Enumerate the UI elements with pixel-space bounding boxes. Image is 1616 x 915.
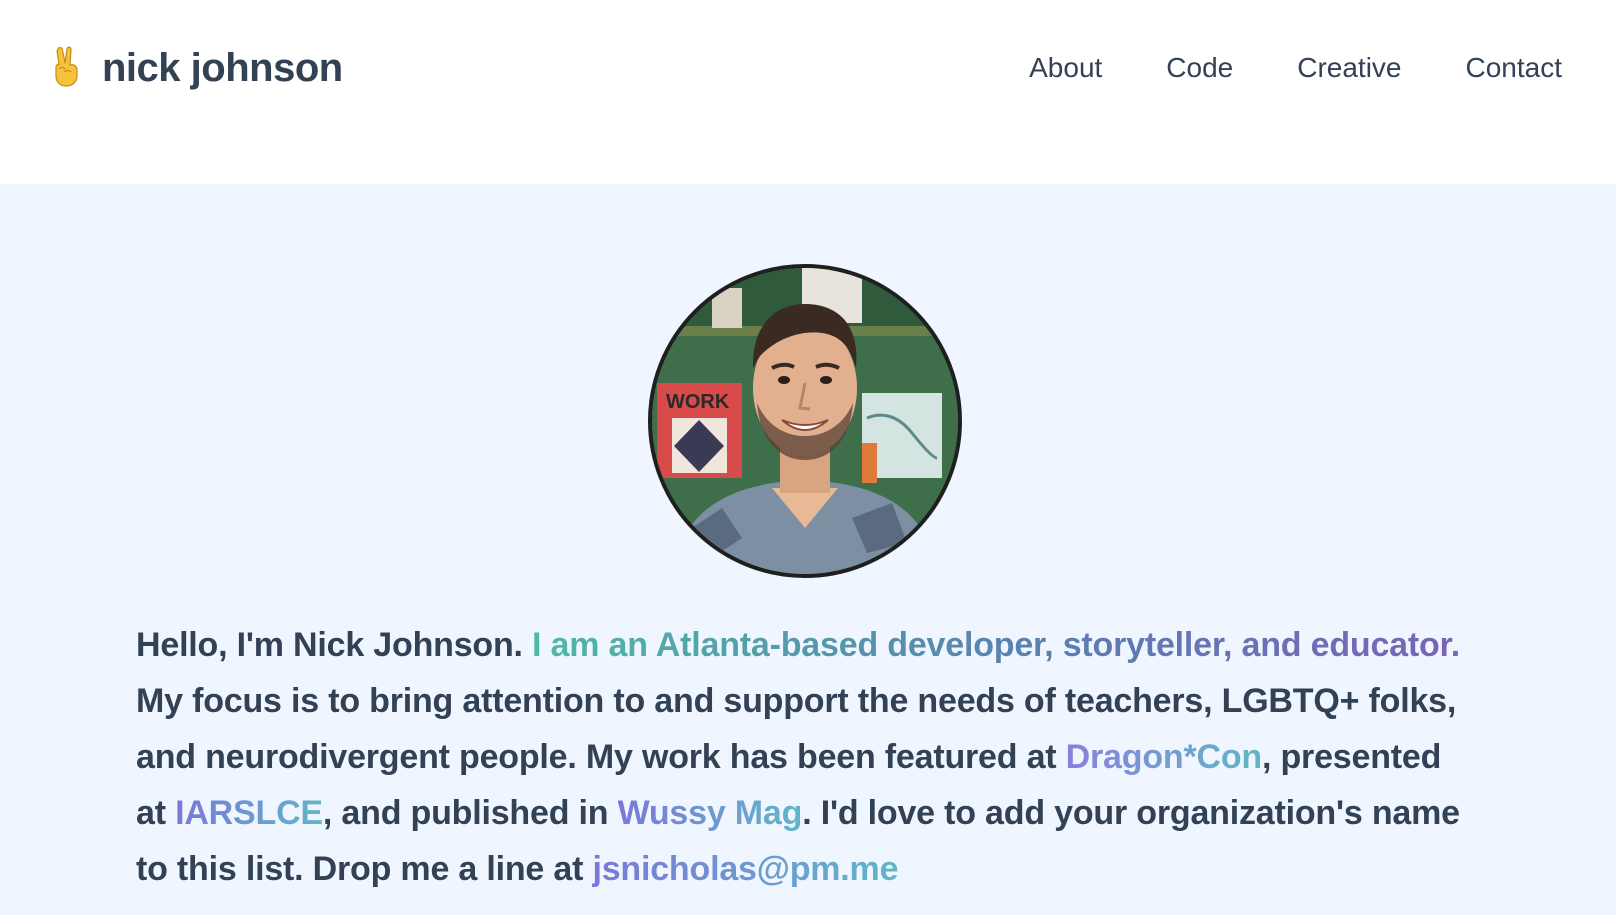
dragoncon-link[interactable]: Dragon*Con bbox=[1066, 738, 1263, 776]
main-nav: About Code Creative Contact bbox=[1029, 48, 1562, 88]
nav-code[interactable]: Code bbox=[1166, 48, 1233, 88]
brand-home-link[interactable]: nick johnson bbox=[50, 42, 343, 94]
intro-body-3: , and published in bbox=[322, 794, 618, 832]
nav-contact[interactable]: Contact bbox=[1466, 48, 1563, 88]
peace-hand-icon bbox=[50, 45, 102, 92]
intro-greeting: Hello, I'm Nick Johnson. bbox=[136, 626, 533, 664]
iarslce-link[interactable]: IARSLCE bbox=[175, 794, 323, 832]
nav-about[interactable]: About bbox=[1029, 48, 1102, 88]
email-link[interactable]: jsnicholas@pm.me bbox=[592, 850, 898, 888]
brand-name: nick johnson bbox=[102, 45, 343, 90]
avatar: WORK bbox=[648, 264, 962, 578]
nav-creative[interactable]: Creative bbox=[1297, 48, 1401, 88]
intro-tagline: I am an Atlanta-based developer, storyte… bbox=[532, 626, 1460, 664]
intro-paragraph: Hello, I'm Nick Johnson. I am an Atlanta… bbox=[136, 617, 1466, 897]
wussy-mag-link[interactable]: Wussy Mag bbox=[618, 794, 803, 832]
site-header: nick johnson About Code Creative Contact bbox=[0, 0, 1616, 184]
svg-text:WORK: WORK bbox=[666, 391, 730, 413]
